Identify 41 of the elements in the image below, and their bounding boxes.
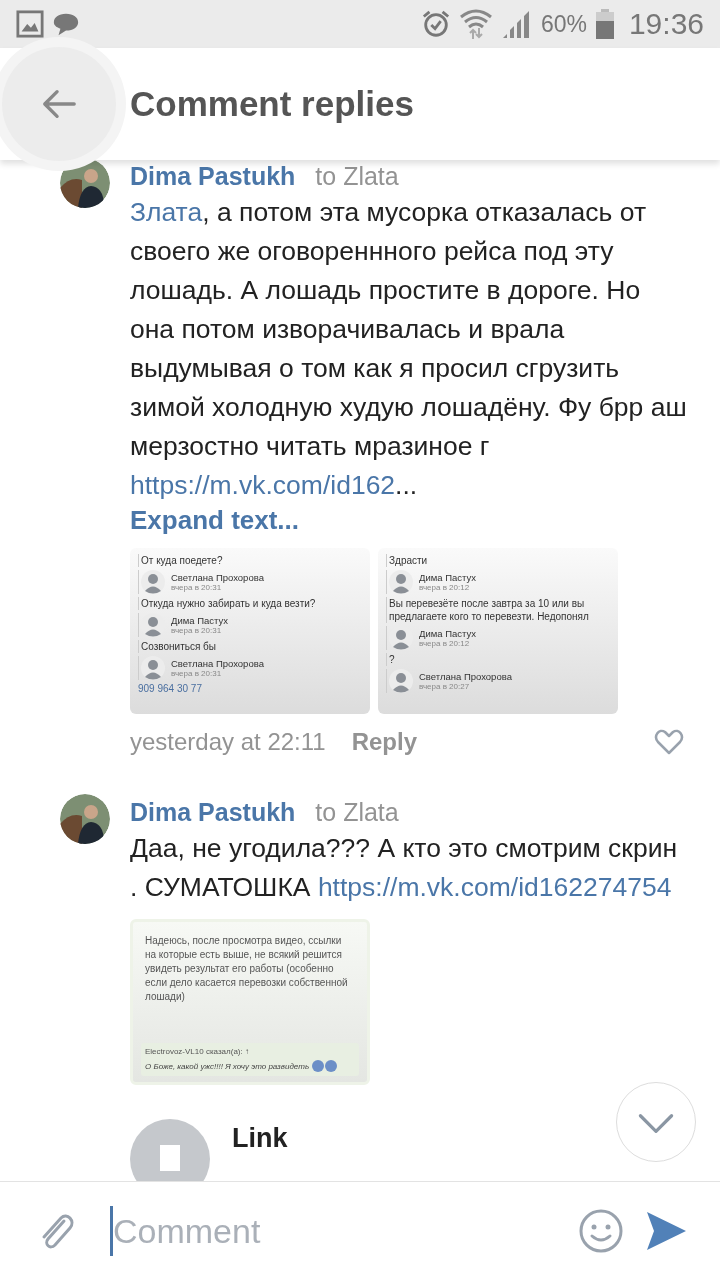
- author-name: Дима Пастух: [171, 615, 228, 626]
- post-text: Надеюсь, после просмотра видео, ссылки на которые есть выше, не всякий решится увидеть результат его работы (особенно если дело касается перевозки собственной лошади): [144, 934, 349, 1004]
- message-text: Здрасти: [386, 554, 610, 567]
- author-name: Дима Пастух: [419, 628, 476, 639]
- message-time: вчера в 20:31: [171, 583, 223, 592]
- phone-number: 909 964 30 77: [138, 683, 203, 694]
- quote-author: Electrovoz-VL10 сказал(а): ↑: [145, 1047, 250, 1056]
- message-text: Вы перевезёте после завтра за 10 или вы предлагаете кого то перевезти. Недопонял: [386, 597, 610, 623]
- comment-text: Даа, не угодила??? А кто это смотрим скрин . СУМАТОШКА https://m.vk.com/id162274754: [130, 832, 679, 904]
- url-link[interactable]: https://m.vk.com/id162: [130, 470, 396, 500]
- recipient-text: to Zlata: [315, 798, 399, 827]
- author-name[interactable]: Dima Pastukh: [130, 162, 296, 191]
- author-name: Дима Пастух: [419, 572, 476, 583]
- message-time: вчера в 20:31: [171, 669, 223, 678]
- message-text: Откуда нужно забирать и куда везти?: [138, 597, 362, 610]
- screenshot-thumbnail[interactable]: Здрасти Дима Пастух вчера в 20:12 Вы перевезёте после завтра за 10 или вы предлагаете кого то перевезти. Недопонял Дима Пастух вчера в 20:12 ? Светлана Прохорова вчера в 20:27: [378, 548, 618, 714]
- clock: 19:36: [628, 7, 704, 41]
- author-name: Светлана Прохорова: [171, 572, 264, 583]
- screen-title: Comment replies: [130, 84, 414, 124]
- message-time: вчера в 20:12: [419, 639, 471, 648]
- reply-button[interactable]: Reply: [351, 728, 418, 756]
- mention-link[interactable]: Злата: [130, 197, 203, 227]
- recipient-text: to Zlata: [315, 162, 399, 191]
- message-time: вчера в 20:31: [171, 626, 223, 635]
- comment-text: Злата, а потом эта мусорка отказалась от своего же оговореннного рейса под эту лошадь. А лошадь простите в дороге. Но она потом изворачивалась и врала выдумывая о том как я просил сгрузить зимой холодную худую лошадёну. Фу брр аш мерзостно читать мразиное г https://m.vk.com/id162...: [130, 196, 688, 502]
- quote-text: О Боже, какой ужс!!!! Я хочу это развидеть: [145, 1061, 310, 1071]
- battery-percent: 60%: [540, 10, 587, 38]
- comment-time: yesterday at 22:11: [130, 728, 326, 756]
- author-name: Светлана Прохорова: [419, 671, 512, 682]
- author-name[interactable]: Dima Pastukh: [130, 798, 296, 827]
- message-time: вчера в 20:12: [419, 583, 471, 592]
- message-text: Созвониться бы: [138, 640, 362, 653]
- expand-text-link[interactable]: Expand text...: [130, 505, 300, 536]
- screenshot-thumbnail[interactable]: От куда поедете? Светлана Прохорова вчера в 20:31 Откуда нужно забирать и куда везти? Дима Пастух вчера в 20:31 Созвониться бы Светлана Прохорова вчера в 20:31 909 964 30 77: [130, 548, 370, 714]
- author-name: Светлана Прохорова: [171, 658, 264, 669]
- message-text: ?: [386, 653, 610, 666]
- message-time: вчера в 20:27: [419, 682, 471, 691]
- url-link[interactable]: https://m.vk.com/id162274754: [317, 872, 672, 902]
- message-text: От куда поедете?: [138, 554, 362, 567]
- comment-field[interactable]: Comment: [110, 1206, 498, 1256]
- link-title[interactable]: Link: [232, 1123, 288, 1181]
